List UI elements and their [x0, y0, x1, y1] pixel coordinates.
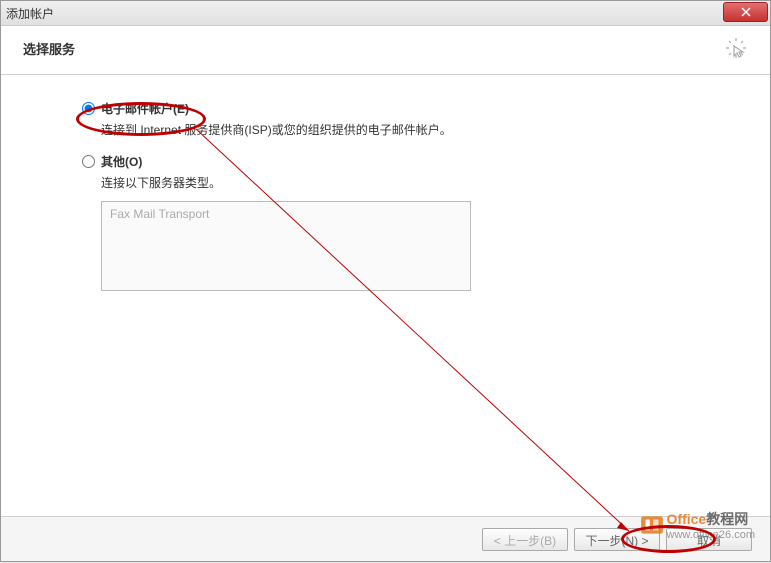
radio-row-email[interactable]: 电子邮件帐户(E)	[76, 100, 710, 117]
radio-other-label: 其他(O)	[101, 153, 142, 170]
header-title: 选择服务	[23, 39, 75, 58]
radio-email-label: 电子邮件帐户(E)	[101, 100, 189, 117]
option-email: 电子邮件帐户(E) 连接到 Internet 服务提供商(ISP)或您的组织提供…	[76, 100, 710, 138]
dialog-header: 选择服务	[1, 26, 770, 75]
cancel-button[interactable]: 取消	[666, 528, 752, 551]
next-button[interactable]: 下一步(N) >	[574, 528, 660, 551]
close-button[interactable]	[723, 2, 768, 22]
server-list-item: Fax Mail Transport	[110, 207, 209, 221]
radio-email[interactable]	[82, 102, 95, 115]
radio-other[interactable]	[82, 155, 95, 168]
dialog-content: 电子邮件帐户(E) 连接到 Internet 服务提供商(ISP)或您的组织提供…	[1, 75, 770, 520]
cursor-click-icon	[724, 36, 748, 60]
back-button[interactable]: < 上一步(B)	[482, 528, 568, 551]
close-icon	[741, 7, 751, 17]
option-other: 其他(O) 连接以下服务器类型。 Fax Mail Transport	[76, 153, 710, 291]
dialog-footer: < 上一步(B) 下一步(N) > 取消	[1, 516, 770, 561]
dialog-window: 添加帐户 选择服务 电子邮件帐户(E) 连接到 Internet 服务提供商(I…	[0, 0, 771, 562]
titlebar: 添加帐户	[1, 1, 770, 26]
other-description: 连接以下服务器类型。	[101, 174, 710, 191]
radio-row-other[interactable]: 其他(O)	[76, 153, 710, 170]
email-description: 连接到 Internet 服务提供商(ISP)或您的组织提供的电子邮件帐户。	[101, 121, 710, 138]
server-type-listbox[interactable]: Fax Mail Transport	[101, 201, 471, 291]
window-title: 添加帐户	[6, 5, 765, 22]
